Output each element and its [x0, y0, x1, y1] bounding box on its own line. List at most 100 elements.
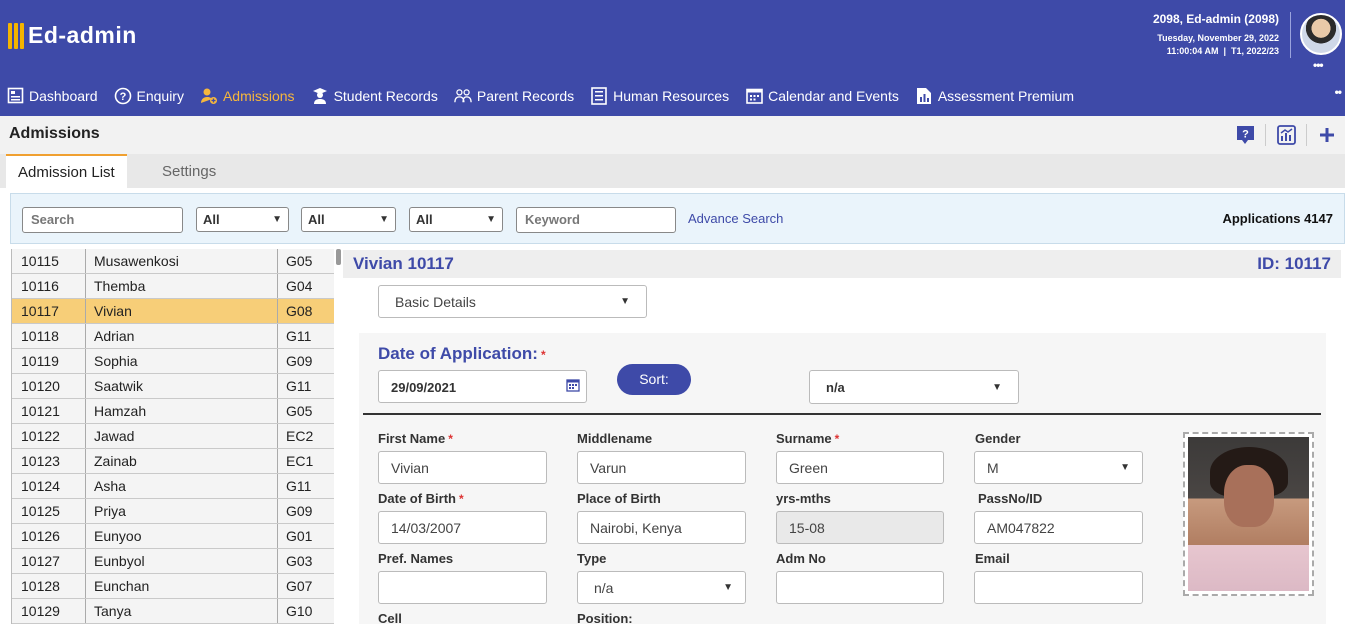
- nav-admissions[interactable]: Admissions: [200, 87, 295, 105]
- list-item[interactable]: 10125 Priya G09: [12, 499, 334, 524]
- add-icon[interactable]: [1317, 125, 1337, 145]
- applicant-name: Adrian: [86, 324, 278, 348]
- middlename-field[interactable]: Varun: [577, 451, 746, 484]
- applicant-name: Priya: [86, 499, 278, 523]
- list-item-selected[interactable]: 10117 Vivian G08: [12, 299, 334, 324]
- required-mark: *: [834, 432, 840, 446]
- nav-assessment-premium[interactable]: Assessment Premium: [915, 87, 1074, 105]
- header-actions: ?: [1235, 124, 1337, 146]
- student-icon: [311, 87, 329, 105]
- sort-select[interactable]: n/a ▼: [809, 370, 1019, 404]
- yrs-mths-label: yrs-mths: [776, 491, 831, 506]
- adm-no-field[interactable]: [776, 571, 944, 604]
- divider: [1265, 124, 1266, 146]
- filter-select-2-value: All: [308, 212, 325, 227]
- sort-select-value: n/a: [826, 379, 845, 395]
- list-item[interactable]: 10123 Zainab EC1: [12, 449, 334, 474]
- sort-button[interactable]: Sort:: [617, 364, 691, 395]
- tab-settings[interactable]: Settings: [150, 154, 228, 188]
- calendar-icon[interactable]: [566, 378, 580, 395]
- nav-more-icon[interactable]: ••: [1335, 85, 1342, 99]
- applicant-list: 10115 Musawenkosi G05 10116 Themba G04 10117…: [11, 249, 334, 624]
- list-item[interactable]: 10119 Sophia G09: [12, 349, 334, 374]
- applicant-name: Eunbyol: [86, 549, 278, 573]
- keyword-input[interactable]: Keyword: [516, 207, 676, 233]
- tab-bar: Admission List Settings: [0, 154, 1345, 188]
- applicant-title: Vivian 10117: [353, 254, 454, 273]
- required-mark: *: [448, 432, 453, 446]
- applicant-grade: G11: [286, 378, 312, 394]
- applicant-grade: G05: [286, 403, 313, 419]
- section-select-value: Basic Details: [395, 293, 476, 310]
- list-item[interactable]: 10122 Jawad EC2: [12, 424, 334, 449]
- dashboard-icon: [6, 87, 24, 105]
- nav-student-records[interactable]: Student Records: [311, 87, 438, 105]
- list-item[interactable]: 10116 Themba G04: [12, 274, 334, 299]
- pref-names-field[interactable]: [378, 571, 547, 604]
- list-item[interactable]: 10121 Hamzah G05: [12, 399, 334, 424]
- student-photo[interactable]: [1183, 432, 1314, 596]
- report-chart-icon[interactable]: [1276, 125, 1296, 145]
- date-of-application-field[interactable]: 29/09/2021: [378, 370, 587, 403]
- help-icon[interactable]: ?: [1235, 125, 1255, 145]
- list-item[interactable]: 10115 Musawenkosi G05: [12, 249, 334, 274]
- nav-calendar-events[interactable]: Calendar and Events: [745, 87, 899, 105]
- list-item[interactable]: 10120 Saatwik G11: [12, 374, 334, 399]
- applicant-name: Musawenkosi: [86, 249, 278, 273]
- logo-mark-icon: [8, 22, 24, 49]
- nav-enquiry-label: Enquiry: [136, 87, 184, 104]
- applicant-id: 10129: [12, 599, 86, 623]
- type-select[interactable]: n/a ▼: [577, 571, 746, 604]
- list-item[interactable]: 10128 Eunchan G07: [12, 574, 334, 599]
- first-name-label: First Name *: [378, 431, 453, 446]
- applicant-name: Tanya: [86, 599, 278, 623]
- current-time-term: 11:00:04 AM | T1, 2022/23: [1166, 46, 1279, 56]
- page-title: Admissions: [9, 125, 100, 142]
- list-item[interactable]: 10129 Tanya G10: [12, 599, 334, 624]
- filter-select-2[interactable]: All ▼: [301, 207, 396, 232]
- tab-admission-list[interactable]: Admission List: [6, 154, 127, 188]
- passno-field[interactable]: AM047822: [974, 511, 1143, 544]
- nav-human-resources[interactable]: Human Resources: [590, 86, 730, 105]
- brand-logo[interactable]: Ed-admin: [8, 22, 137, 49]
- gender-label: Gender: [975, 431, 1021, 446]
- dob-field[interactable]: 14/03/2007: [378, 511, 547, 544]
- nav-parent-records[interactable]: Parent Records: [454, 87, 574, 105]
- list-item[interactable]: 10127 Eunbyol G03: [12, 549, 334, 574]
- chevron-down-icon: ▼: [723, 582, 733, 593]
- list-scrollbar[interactable]: [336, 249, 341, 265]
- nav-human-resources-label: Human Resources: [613, 87, 730, 104]
- nav-enquiry[interactable]: ? Enquiry: [114, 87, 184, 105]
- section-select[interactable]: Basic Details ▼: [378, 285, 647, 318]
- gender-select[interactable]: M ▼: [974, 451, 1143, 484]
- email-label: Email: [975, 551, 1010, 566]
- nav-dashboard[interactable]: Dashboard: [6, 87, 98, 105]
- user-menu-dots-icon[interactable]: •••: [1313, 58, 1324, 72]
- first-name-field[interactable]: Vivian: [378, 451, 547, 484]
- search-input[interactable]: Search: [22, 207, 183, 233]
- adm-no-label: Adm No: [776, 551, 826, 566]
- list-item[interactable]: 10124 Asha G11: [12, 474, 334, 499]
- filter-select-3[interactable]: All ▼: [409, 207, 503, 232]
- email-field[interactable]: [974, 571, 1143, 604]
- svg-text:?: ?: [119, 91, 126, 103]
- applicant-id: 10117: [12, 299, 86, 323]
- applicant-grade: G09: [286, 353, 313, 369]
- applicant-grade: G09: [286, 503, 313, 519]
- list-item[interactable]: 10126 Eunyoo G01: [12, 524, 334, 549]
- nav-calendar-events-label: Calendar and Events: [768, 87, 899, 104]
- place-of-birth-field[interactable]: Nairobi, Kenya: [577, 511, 746, 544]
- advance-search-link[interactable]: Advance Search: [688, 211, 783, 226]
- applicant-name: Saatwik: [86, 374, 278, 398]
- applicant-grade: G04: [286, 278, 313, 294]
- student-photo-image: [1188, 437, 1309, 591]
- brand-name: Ed-admin: [28, 22, 137, 48]
- surname-field[interactable]: Green: [776, 451, 944, 484]
- applicant-grade: G08: [286, 303, 313, 319]
- type-value: n/a: [594, 579, 614, 596]
- applicant-grade: EC2: [286, 428, 314, 444]
- avatar[interactable]: [1300, 13, 1342, 55]
- list-item[interactable]: 10118 Adrian G11: [12, 324, 334, 349]
- date-of-application-label: Date of Application: *: [378, 344, 546, 364]
- filter-select-1[interactable]: All ▼: [196, 207, 289, 232]
